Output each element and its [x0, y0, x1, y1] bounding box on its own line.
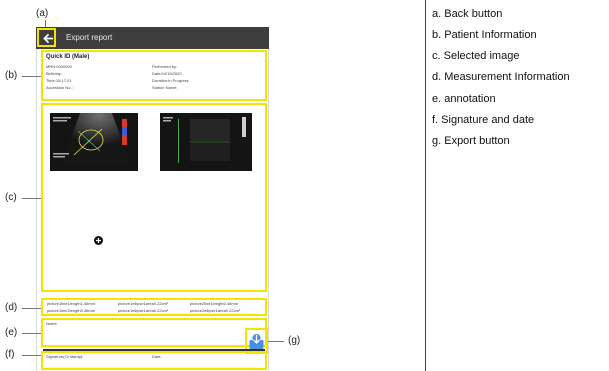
callout-e: (e): [5, 327, 18, 338]
callout-g-leader: [268, 341, 284, 342]
legend-item-e: e. annotation: [432, 93, 496, 105]
selected-image-1[interactable]: [50, 113, 138, 171]
measurement-r2c3: picture2ellipse1area0.22cm²: [190, 308, 241, 313]
highlight-a: [37, 28, 56, 47]
callout-a-leader: [45, 20, 46, 27]
callout-e-leader: [22, 333, 41, 334]
patient-birthday: Birthday:: [46, 71, 62, 76]
legend-divider: [425, 0, 426, 371]
export-icon: [249, 334, 264, 349]
measurement-r1c2: picture1ellipse1area0.22cm²: [118, 301, 169, 306]
legend-item-g: g. Export button: [432, 135, 510, 147]
signature-label: Signature(Or stamp):: [46, 354, 84, 359]
callout-f-leader: [22, 355, 41, 356]
notes-field[interactable]: [46, 327, 242, 344]
patient-name-line: Quick ID (Male): [46, 54, 89, 60]
measurement-r1c1: picture1line1length1.46mm: [47, 301, 96, 306]
patient-date: Date:04/15/2020: [152, 71, 182, 76]
callout-g: (g): [288, 335, 301, 346]
patient-station: Station Name:: [152, 85, 178, 90]
legend-item-c: c. Selected image: [432, 50, 520, 62]
callout-c-leader: [22, 198, 41, 199]
add-image-button[interactable]: [94, 236, 103, 245]
callout-d: (d): [5, 302, 18, 313]
legend-item-a: a. Back button: [432, 8, 503, 20]
plus-icon: [96, 238, 101, 243]
callout-b: (b): [5, 70, 18, 81]
patient-duration: Duration:In Progress: [152, 78, 189, 83]
app-bar: Export report: [36, 27, 269, 49]
callout-f: (f): [5, 349, 15, 360]
patient-name: Quick ID: [46, 54, 71, 60]
patient-info: Quick ID (Male) MRN:0000000 Birthday: Ti…: [46, 54, 264, 99]
legend-item-b: b. Patient Information: [432, 29, 537, 41]
measurement-r1c3: picture2line1length0.46mm: [190, 301, 239, 306]
date-label: Date:: [152, 354, 162, 359]
export-button[interactable]: [248, 332, 265, 350]
ultrasound-image-1: [50, 113, 138, 171]
legend-item-d: d. Measurement Information: [432, 71, 570, 83]
patient-sex: (Male): [72, 54, 90, 60]
patient-performed-by: Performed by:: [152, 64, 178, 69]
patient-accession: Accession No.:: [46, 85, 73, 90]
measurement-r2c2: picture1ellipse1area0.22cm²: [118, 308, 169, 313]
callout-c: (c): [5, 192, 17, 203]
patient-mrn: MRN:0000000: [46, 64, 72, 69]
callout-d-leader: [22, 308, 41, 309]
measurement-r2c1: picture1line2length0.46mm: [47, 308, 96, 313]
patient-time: Time:15:17:21: [46, 78, 72, 83]
ultrasound-image-2: [160, 113, 252, 171]
notes-label: Notes:: [46, 321, 58, 326]
callout-b-leader: [22, 76, 41, 77]
legend-item-f: f. Signature and date: [432, 114, 535, 126]
callout-a: (a): [36, 8, 49, 19]
selected-image-2[interactable]: [160, 113, 252, 171]
app-bar-title: Export report: [66, 33, 113, 42]
